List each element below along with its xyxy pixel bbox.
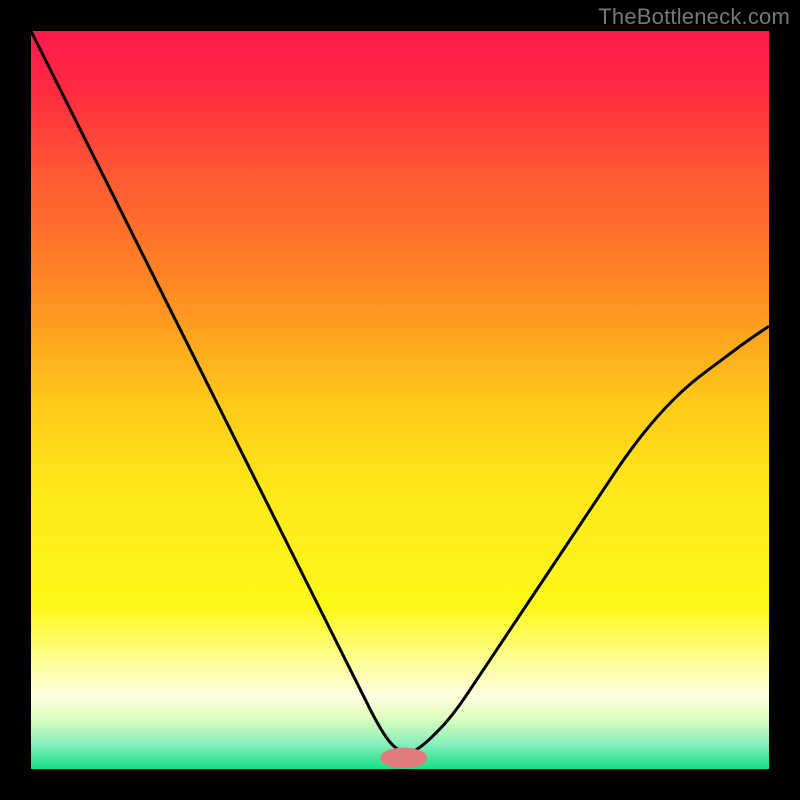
chart-frame: TheBottleneck.com [0,0,800,800]
plot-area [31,31,769,769]
watermark: TheBottleneck.com [598,4,790,30]
plot-background [31,31,769,769]
optimal-point-marker [380,748,427,769]
chart-svg [31,31,769,769]
